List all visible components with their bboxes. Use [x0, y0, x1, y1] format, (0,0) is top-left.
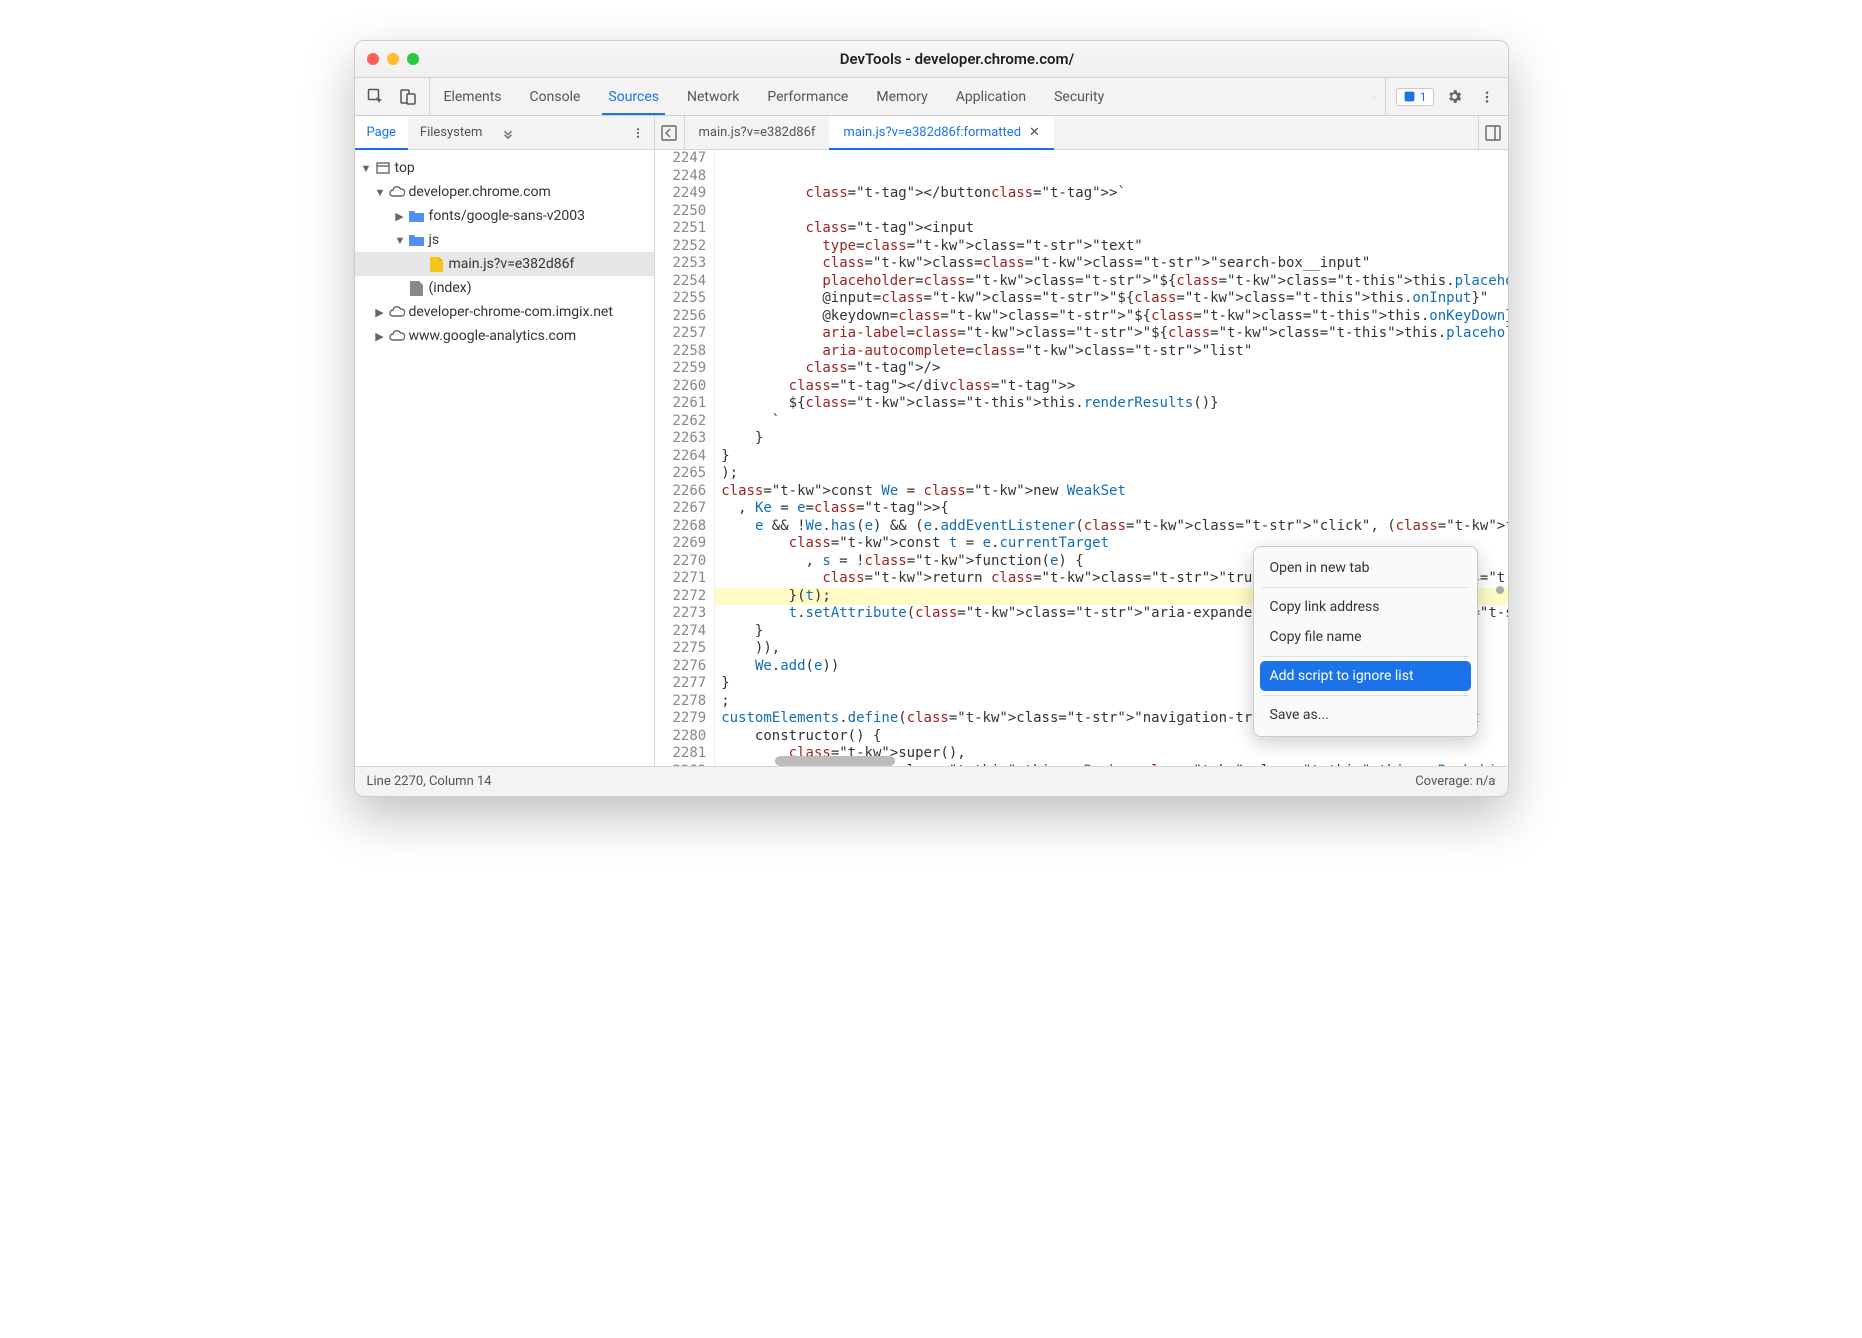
code-line[interactable]: [715, 203, 1507, 221]
context-menu-open-new-tab[interactable]: Open in new tab: [1260, 553, 1471, 583]
navigator-tabs: Page Filesystem: [355, 116, 654, 150]
code-line[interactable]: class="t-tag"><input: [715, 220, 1507, 238]
window-titlebar: DevTools - developer.chrome.com/: [355, 41, 1508, 78]
navigate-back-icon[interactable]: [655, 116, 685, 149]
minimize-window-button[interactable]: [387, 53, 399, 65]
code-line[interactable]: class="t-tag"></buttonclass="t-tag">>`: [715, 185, 1507, 203]
folder-icon: [409, 232, 425, 248]
status-coverage: Coverage: n/a: [1415, 774, 1495, 789]
panel-tab-sources[interactable]: Sources: [594, 78, 673, 115]
issues-count: 1: [1420, 90, 1427, 104]
navigator-more-tabs-icon[interactable]: [494, 127, 522, 139]
js-file-icon: [429, 256, 445, 272]
code-line[interactable]: e && !We.has(e) && (e.addEventListener(c…: [715, 518, 1507, 536]
editor-tabs: main.js?v=e382d86f main.js?v=e382d86f:fo…: [655, 116, 1508, 150]
more-options-icon[interactable]: [1476, 86, 1498, 108]
navigator-pane: Page Filesystem ▼ top ▼ develop: [355, 116, 655, 766]
code-line[interactable]: class="t-tag">/>: [715, 360, 1507, 378]
code-line[interactable]: );: [715, 465, 1507, 483]
code-line[interactable]: }: [715, 430, 1507, 448]
panel-tab-performance[interactable]: Performance: [753, 78, 862, 115]
issues-badge[interactable]: 1: [1396, 88, 1434, 106]
cloud-icon: [389, 184, 405, 200]
tree-label: top: [395, 160, 415, 176]
cloud-icon: [389, 328, 405, 344]
context-menu-save-as[interactable]: Save as...: [1260, 700, 1471, 730]
tree-label: developer-chrome-com.imgix.net: [409, 304, 613, 320]
tree-row-domain-imgix[interactable]: ▶ developer-chrome-com.imgix.net: [355, 300, 654, 324]
main-area: Page Filesystem ▼ top ▼ develop: [355, 116, 1508, 766]
more-tabs-icon[interactable]: [1363, 86, 1385, 108]
code-line[interactable]: `: [715, 413, 1507, 431]
context-menu-copy-link[interactable]: Copy link address: [1260, 592, 1471, 622]
code-line[interactable]: class="t-tag"></divclass="t-tag">>: [715, 378, 1507, 396]
code-line[interactable]: class="t-kw">const We = class="t-kw">new…: [715, 483, 1507, 501]
window-title: DevTools - developer.chrome.com/: [419, 50, 1496, 68]
panel-tab-memory[interactable]: Memory: [862, 78, 941, 115]
line-number-gutter: 2247224822492250225122522253225422552256…: [655, 150, 716, 766]
navigator-tab-page[interactable]: Page: [355, 116, 408, 149]
status-cursor-position: Line 2270, Column 14: [367, 774, 492, 789]
code-line[interactable]: type=class="t-kw">class="t-str">"text": [715, 238, 1507, 256]
cloud-icon: [389, 304, 405, 320]
editor-tab-label: main.js?v=e382d86f:formatted: [843, 125, 1021, 140]
close-window-button[interactable]: [367, 53, 379, 65]
context-menu-copy-filename[interactable]: Copy file name: [1260, 622, 1471, 652]
settings-icon[interactable]: [1444, 86, 1466, 108]
close-tab-icon[interactable]: ✕: [1029, 125, 1040, 140]
code-line[interactable]: aria-label=class="t-kw">class="t-str">"$…: [715, 325, 1507, 343]
code-line[interactable]: }: [715, 448, 1507, 466]
tree-row-domain[interactable]: ▼ developer.chrome.com: [355, 180, 654, 204]
code-line[interactable]: , Ke = e=class="t-tag">>{: [715, 500, 1507, 518]
tree-row-index[interactable]: (index): [355, 276, 654, 300]
tree-label: js: [429, 232, 440, 248]
code-line[interactable]: ${class="t-kw">class="t-this">this.rende…: [715, 395, 1507, 413]
code-line[interactable]: @keydown=class="t-kw">class="t-str">"${c…: [715, 308, 1507, 326]
horizontal-scrollbar[interactable]: [775, 756, 895, 766]
code-line[interactable]: class="t-kw">class=class="t-kw">class="t…: [715, 255, 1507, 273]
tree-row-domain-ga[interactable]: ▶ www.google-analytics.com: [355, 324, 654, 348]
tree-row-top[interactable]: ▼ top: [355, 156, 654, 180]
maximize-window-button[interactable]: [407, 53, 419, 65]
tree-row-folder-js[interactable]: ▼ js: [355, 228, 654, 252]
devtools-window: DevTools - developer.chrome.com/ Element…: [354, 40, 1509, 797]
panel-tab-elements[interactable]: Elements: [430, 78, 516, 115]
navigator-tab-filesystem[interactable]: Filesystem: [408, 116, 495, 149]
document-icon: [409, 280, 425, 296]
editor-tab-label: main.js?v=e382d86f: [699, 125, 816, 140]
tree-label: developer.chrome.com: [409, 184, 551, 200]
tree-label: www.google-analytics.com: [409, 328, 577, 344]
panel-tab-application[interactable]: Application: [942, 78, 1040, 115]
code-line[interactable]: @input=class="t-kw">class="t-str">"${cla…: [715, 290, 1507, 308]
folder-icon: [409, 208, 425, 224]
device-toolbar-icon[interactable]: [397, 86, 419, 108]
context-menu: Open in new tab Copy link address Copy f…: [1253, 546, 1478, 737]
navigator-more-options-icon[interactable]: [622, 127, 654, 139]
main-toolbar: ElementsConsoleSourcesNetworkPerformance…: [355, 78, 1508, 116]
scrollbar-marker: [1496, 586, 1504, 594]
tree-row-file-selected[interactable]: main.js?v=e382d86f: [355, 252, 654, 276]
editor-tab[interactable]: main.js?v=e382d86f: [685, 116, 830, 149]
editor-pane: main.js?v=e382d86f main.js?v=e382d86f:fo…: [655, 116, 1508, 766]
panel-tab-security[interactable]: Security: [1040, 78, 1118, 115]
panel-tab-network[interactable]: Network: [673, 78, 753, 115]
tree-row-folder[interactable]: ▶ fonts/google-sans-v2003: [355, 204, 654, 228]
tree-label: main.js?v=e382d86f: [449, 256, 575, 272]
tree-label: fonts/google-sans-v2003: [429, 208, 585, 224]
show-debugger-icon[interactable]: [1478, 116, 1508, 149]
frame-icon: [375, 160, 391, 176]
context-menu-add-ignore-list[interactable]: Add script to ignore list: [1260, 661, 1471, 691]
status-bar: Line 2270, Column 14 Coverage: n/a: [355, 766, 1508, 796]
panel-tab-console[interactable]: Console: [516, 78, 595, 115]
file-tree: ▼ top ▼ developer.chrome.com ▶ fonts/goo…: [355, 150, 654, 766]
traffic-lights: [367, 53, 419, 65]
code-line[interactable]: aria-autocomplete=class="t-kw">class="t-…: [715, 343, 1507, 361]
tree-label: (index): [429, 280, 472, 296]
editor-tab-active[interactable]: main.js?v=e382d86f:formatted ✕: [829, 116, 1054, 149]
inspect-element-icon[interactable]: [365, 86, 387, 108]
code-line[interactable]: placeholder=class="t-kw">class="t-str">"…: [715, 273, 1507, 291]
